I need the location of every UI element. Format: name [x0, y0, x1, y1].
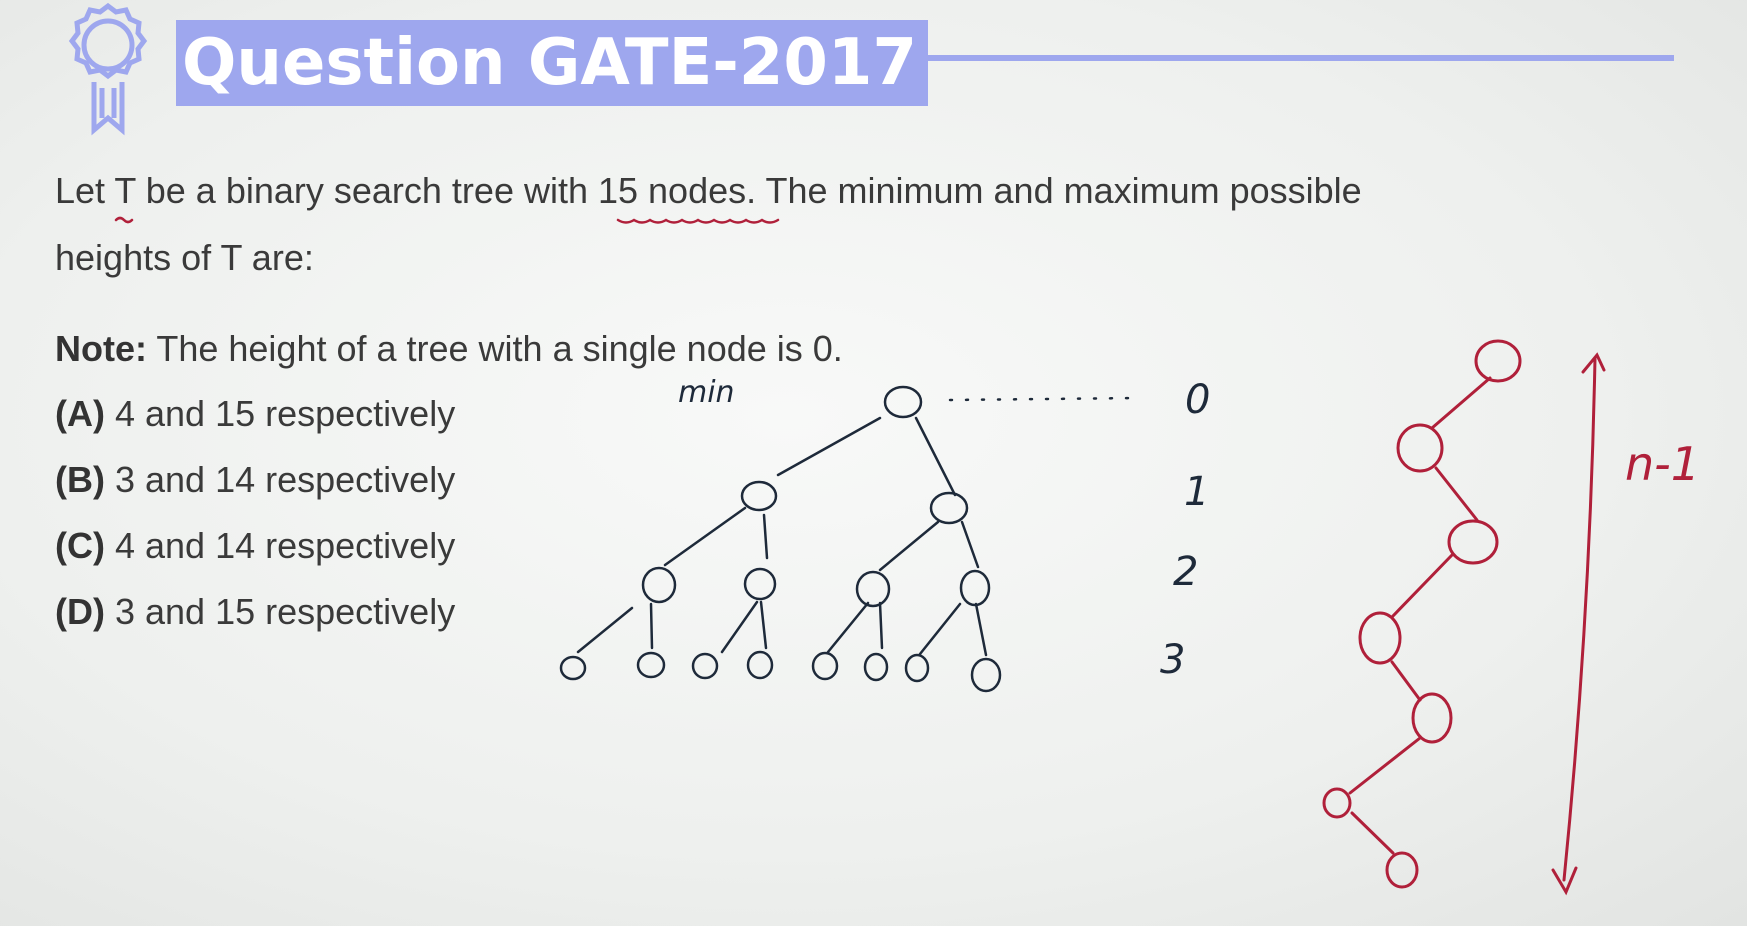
level-0: 0 — [1185, 377, 1210, 423]
option-c: (C) 4 and 14 respectively — [55, 525, 455, 567]
tree-node — [746, 650, 774, 680]
note-label: Note: — [55, 328, 147, 369]
tree-node — [743, 567, 777, 601]
level-2: 2 — [1173, 549, 1198, 595]
option-text: 4 and 14 respectively — [104, 525, 456, 566]
question-line-1: Let T be a binary search tree with 15 no… — [55, 170, 1362, 212]
tree-node — [1396, 423, 1444, 473]
tree-node — [559, 655, 587, 681]
option-d: (D) 3 and 15 respectively — [55, 591, 455, 633]
tree-node — [929, 491, 969, 525]
question-text: Let — [55, 170, 115, 211]
tree-node — [1385, 851, 1419, 889]
note-text: The height of a tree with a single node … — [147, 328, 843, 369]
question-T: T — [114, 170, 136, 211]
title-banner: Question GATE-2017 — [176, 20, 928, 106]
underline-15-nodes — [616, 218, 780, 224]
option-b: (B) 3 and 14 respectively — [55, 459, 455, 501]
question-text: . The minimum and maximum possible — [746, 170, 1362, 211]
level-1: 1 — [1184, 469, 1209, 515]
tree-node — [970, 657, 1002, 693]
underline-T — [114, 216, 134, 224]
option-label: (D) — [55, 591, 105, 632]
tree-node — [811, 651, 839, 681]
tree-node — [636, 651, 666, 679]
tree-node — [1358, 611, 1402, 665]
option-a: (A) 4 and 15 respectively — [55, 393, 455, 435]
title-rule — [928, 55, 1674, 61]
page-title: Question GATE-2017 — [182, 26, 917, 100]
note: Note: The height of a tree with a single… — [55, 328, 843, 370]
tree-node — [1322, 787, 1352, 819]
option-text: 4 and 15 respectively — [104, 393, 456, 434]
tree-node — [904, 653, 930, 683]
tree-node — [863, 652, 889, 682]
tree-node — [883, 385, 923, 419]
tree-node — [959, 569, 991, 607]
option-label: (B) — [55, 459, 105, 500]
tree-node — [1411, 692, 1453, 744]
question-nodes: 15 nodes — [597, 170, 747, 211]
level-3: 3 — [1160, 637, 1185, 683]
skewed-tree-diagram — [1322, 339, 1522, 889]
tree-node — [740, 480, 778, 512]
award-ribbon-icon — [68, 2, 148, 136]
height-arrow — [1551, 352, 1606, 896]
tree-node — [641, 566, 677, 604]
tree-node — [855, 570, 891, 608]
tree-node — [691, 652, 719, 680]
option-text: 3 and 14 respectively — [104, 459, 456, 500]
question-text: be a binary search tree with — [135, 170, 598, 211]
question-line-2: heights of T are: — [55, 237, 314, 278]
option-label: (A) — [55, 393, 105, 434]
min-label: min — [678, 375, 735, 410]
option-label: (C) — [55, 525, 105, 566]
balanced-tree-diagram — [559, 385, 1142, 693]
option-text: 3 and 15 respectively — [104, 591, 456, 632]
tree-node — [1474, 339, 1522, 383]
tree-node — [1447, 519, 1499, 565]
max-height-label: n-1 — [1625, 437, 1700, 491]
